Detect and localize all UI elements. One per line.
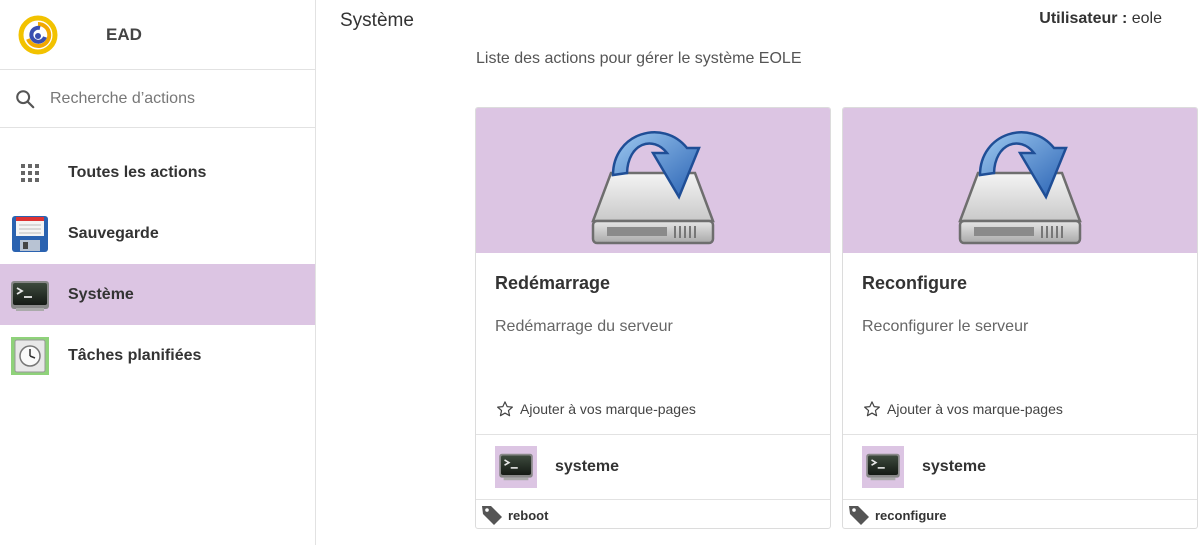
brand-header: EAD bbox=[0, 0, 315, 70]
user-label: Utilisateur : bbox=[1039, 10, 1128, 27]
bookmark-label: Ajouter à vos marque-pages bbox=[520, 401, 696, 417]
sidebar-item-label: Tâches planifiées bbox=[68, 346, 202, 364]
sidebar: EAD Toutes les actions bbox=[0, 0, 316, 545]
sidebar-item-label: Toutes les actions bbox=[68, 163, 207, 181]
sidebar-item-systeme[interactable]: Système bbox=[0, 264, 315, 325]
terminal-icon bbox=[495, 446, 537, 488]
page-subtitle: Liste des actions pour gérer le système … bbox=[476, 50, 802, 67]
page-title: Système bbox=[340, 10, 414, 31]
search-input[interactable] bbox=[50, 89, 290, 108]
add-bookmark-button[interactable]: Ajouter à vos marque-pages bbox=[863, 400, 1063, 418]
sidebar-item-taches-planifiees[interactable]: Tâches planifiées bbox=[0, 325, 315, 386]
brand-name: EAD bbox=[106, 24, 142, 44]
card-title: Reconfigure bbox=[862, 273, 968, 293]
card-tag[interactable]: reboot bbox=[476, 499, 830, 528]
star-outline-icon bbox=[497, 401, 513, 417]
user-info: Utilisateur : eole bbox=[1039, 10, 1162, 28]
card-title: Redémarrage bbox=[495, 273, 611, 293]
sidebar-item-toutes-les-actions[interactable]: Toutes les actions bbox=[0, 142, 315, 203]
terminal-icon bbox=[862, 446, 904, 488]
card-hero bbox=[476, 108, 830, 253]
terminal-icon bbox=[10, 275, 50, 315]
main-content: Système Utilisateur : eole Liste des act… bbox=[316, 0, 1200, 545]
action-card-redemarrage[interactable]: Redémarrage Redémarrage du serveur Ajout… bbox=[475, 107, 831, 529]
drive-install-icon bbox=[958, 131, 1082, 245]
tag-icon bbox=[482, 506, 502, 525]
sidebar-item-label: Système bbox=[68, 285, 134, 303]
star-outline-icon bbox=[864, 401, 880, 417]
search-bar bbox=[0, 70, 315, 128]
tag-label: reconfigure bbox=[875, 507, 947, 523]
drive-install-icon bbox=[591, 131, 715, 245]
user-name: eole bbox=[1131, 10, 1162, 27]
sidebar-item-label: Sauvegarde bbox=[68, 224, 159, 242]
eole-logo-icon[interactable] bbox=[18, 15, 58, 55]
floppy-disk-icon bbox=[10, 214, 50, 254]
tag-icon bbox=[849, 506, 869, 525]
card-category[interactable]: systeme bbox=[843, 434, 1197, 499]
bookmark-label: Ajouter à vos marque-pages bbox=[887, 401, 1063, 417]
grid-icon bbox=[10, 153, 50, 193]
card-category[interactable]: systeme bbox=[476, 434, 830, 499]
tag-label: reboot bbox=[508, 507, 549, 523]
add-bookmark-button[interactable]: Ajouter à vos marque-pages bbox=[496, 400, 696, 418]
card-tag[interactable]: reconfigure bbox=[843, 499, 1197, 528]
search-icon bbox=[16, 89, 35, 108]
category-label: systeme bbox=[555, 458, 620, 475]
sidebar-nav: Toutes les actions Sauvegarde Système Tâ… bbox=[0, 128, 315, 386]
category-label: systeme bbox=[922, 458, 987, 475]
clock-icon bbox=[10, 336, 50, 376]
card-description: Redémarrage du serveur bbox=[495, 318, 673, 335]
action-card-reconfigure[interactable]: Reconfigure Reconfigurer le serveur Ajou… bbox=[842, 107, 1198, 529]
card-description: Reconfigurer le serveur bbox=[862, 318, 1029, 335]
card-hero bbox=[843, 108, 1197, 253]
sidebar-item-sauvegarde[interactable]: Sauvegarde bbox=[0, 203, 315, 264]
